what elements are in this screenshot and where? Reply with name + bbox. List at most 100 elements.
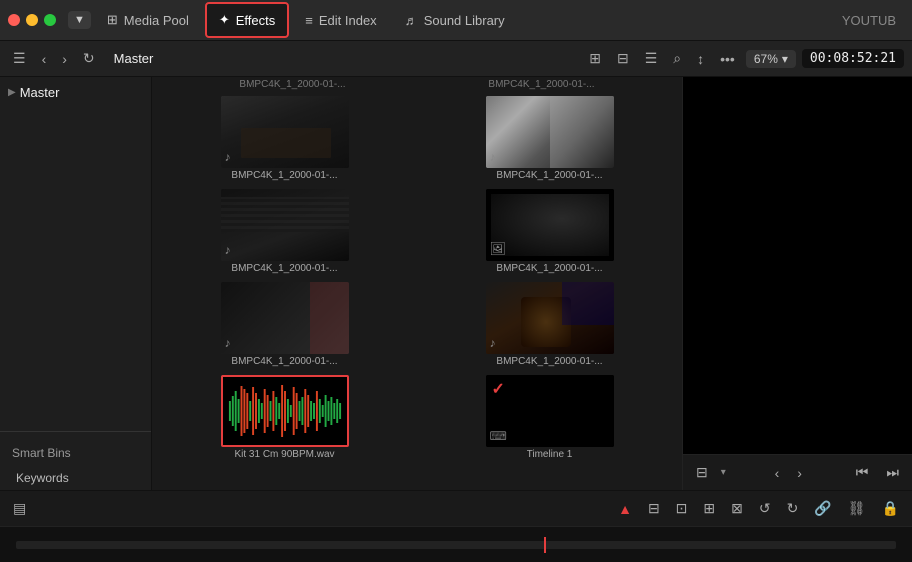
replace-btn[interactable]: ⊞ [698, 498, 720, 519]
second-toolbar: ☰ ‹ › ↻ Master ⊞ ⊟ ☰ ⌕ ↕ ••• 67% ▾ 00:08… [0, 41, 912, 77]
edit-index-label: Edit Index [319, 13, 377, 28]
tab-sound-library[interactable]: ♬ Sound Library [393, 2, 517, 38]
media-label-4: BMPC4K_1_2000-01-... [496, 263, 602, 274]
media-label-2: BMPC4K_1_2000-01-... [496, 170, 602, 181]
timeline-bar [0, 526, 912, 562]
audio-icon-3: ♪ [225, 243, 231, 257]
tab-edit-index[interactable]: ≡ Edit Index [293, 2, 388, 38]
sidebar-item-keywords[interactable]: Keywords [0, 466, 151, 490]
preview-screen [683, 77, 912, 454]
audio-icon-2: ♪ [490, 150, 496, 164]
layout-btn[interactable]: ⊟ [691, 462, 713, 483]
media-item-2[interactable]: ♪ BMPC4K_1_2000-01-... [417, 92, 682, 185]
maximize-button[interactable] [44, 14, 56, 26]
effects-label: Effects [236, 13, 276, 28]
minimize-button[interactable] [26, 14, 38, 26]
dropdown-arrow-icon: ▼ [74, 14, 85, 26]
audio-icon-6: ♪ [490, 336, 496, 350]
thumbnail-4: 🖼 [486, 189, 614, 261]
media-label-6: BMPC4K_1_2000-01-... [496, 356, 602, 367]
sound-library-icon: ♬ [405, 13, 418, 28]
skip-fwd-btn[interactable]: ⏭ [881, 462, 904, 483]
image-icon-4: 🖼 [490, 241, 507, 257]
layout-dropdown-icon: ▾ [721, 467, 726, 478]
next-frame-btn[interactable]: › [792, 463, 807, 483]
nav-back-btn[interactable]: ‹ [37, 49, 52, 69]
header-col2: BMPC4K_1_2000-01-... [488, 79, 594, 90]
timeline-ruler[interactable] [16, 541, 896, 549]
header-col1: BMPC4K_1_2000-01-... [239, 79, 345, 90]
close-button[interactable] [8, 14, 20, 26]
media-label-3: BMPC4K_1_2000-01-... [231, 263, 337, 274]
link-btn[interactable]: 🔗 [809, 498, 836, 519]
tile-view-btn[interactable]: ⊟ [612, 48, 634, 69]
main-area: ▶ Master Smart Bins Keywords BMPC4K_1_20… [0, 77, 912, 490]
zoom-chevron-icon: ▾ [782, 52, 788, 66]
waveform-display [223, 377, 347, 445]
view-toggle-btn[interactable]: ☰ [8, 48, 31, 69]
append-btn[interactable]: ⊠ [726, 498, 748, 519]
media-pool-icon: ⊞ [107, 12, 118, 28]
skip-back-btn[interactable]: ⏮ [851, 462, 874, 483]
zoom-level: 67% [754, 52, 778, 66]
smart-bins-label: Smart Bins [12, 446, 71, 460]
lift-btn[interactable]: ↺ [754, 498, 776, 519]
media-label-1: BMPC4K_1_2000-01-... [231, 170, 337, 181]
timeline-playhead [544, 537, 546, 553]
insert-btn[interactable]: ⊟ [643, 498, 665, 519]
thumbnail-7 [221, 375, 349, 447]
thumbnail-5: ♪ [221, 282, 349, 354]
bin-title: Master [114, 51, 154, 66]
media-item-1[interactable]: ♪ BMPC4K_1_2000-01-... [152, 92, 417, 185]
grid-view-btn[interactable]: ⊞ [584, 48, 606, 69]
edit-index-icon: ≡ [305, 13, 313, 28]
top-bar: ▼ ⊞ Media Pool ✦ Effects ≡ Edit Index ♬ … [0, 0, 912, 41]
smart-bins-section: Smart Bins [0, 440, 151, 466]
audio-icon-5: ♪ [225, 336, 231, 350]
overwrite-btn[interactable]: ⊡ [671, 498, 693, 519]
media-grid-area: BMPC4K_1_2000-01-... BMPC4K_1_2000-01-..… [152, 77, 682, 490]
list-view-btn[interactable]: ☰ [640, 48, 663, 69]
tab-media-pool[interactable]: ⊞ Media Pool [95, 2, 201, 38]
thumbnail-2: ♪ [486, 96, 614, 168]
media-item-6[interactable]: ♪ BMPC4K_1_2000-01-... [417, 278, 682, 371]
tab-effects[interactable]: ✦ Effects [205, 2, 289, 38]
media-item-4[interactable]: 🖼 BMPC4K_1_2000-01-... [417, 185, 682, 278]
extract-btn[interactable]: ↻ [782, 498, 804, 519]
media-item-7[interactable]: Kit 31 Cm 90BPM.wav [152, 371, 417, 464]
sort-btn[interactable]: ↕ [692, 49, 709, 69]
zoom-control[interactable]: 67% ▾ [746, 50, 796, 68]
effects-icon: ✦ [219, 12, 230, 28]
preview-controls: ⊟ ▾ ‹ › ⏮ ⏭ [683, 454, 912, 490]
timecode-display: 00:08:52:21 [802, 49, 904, 68]
search-btn[interactable]: ⌕ [668, 48, 686, 69]
file-header-row: BMPC4K_1_2000-01-... BMPC4K_1_2000-01-..… [152, 77, 682, 92]
media-item-3[interactable]: ♪ BMPC4K_1_2000-01-... [152, 185, 417, 278]
folder-expand-icon: ▶ [8, 87, 16, 98]
thumbnail-8: ✓ ⌨ [486, 375, 614, 447]
workspace-dropdown[interactable]: ▼ [68, 11, 91, 29]
more-btn[interactable]: ••• [715, 49, 740, 69]
media-label-8: Timeline 1 [527, 449, 573, 460]
lock-btn[interactable]: 🔒 [877, 498, 904, 519]
sidebar-master-label: Master [20, 85, 60, 100]
bottom-toolbar: ▤ ▲ ⊟ ⊡ ⊞ ⊠ ↺ ↻ 🔗 ⛓ 🔒 [0, 490, 912, 526]
thumbnail-1: ♪ [221, 96, 349, 168]
sidebar: ▶ Master Smart Bins Keywords [0, 77, 152, 490]
media-pool-label: Media Pool [124, 13, 189, 28]
sidebar-master-item[interactable]: ▶ Master [0, 81, 151, 104]
media-item-5[interactable]: ♪ BMPC4K_1_2000-01-... [152, 278, 417, 371]
media-label-7: Kit 31 Cm 90BPM.wav [234, 449, 334, 460]
window-controls [8, 14, 56, 26]
unlink-btn[interactable]: ⛓ [843, 498, 871, 519]
nav-forward-btn[interactable]: › [57, 49, 72, 69]
cursor-tool-btn[interactable]: ▲ [613, 499, 637, 519]
film-strip-icon[interactable]: ▤ [8, 498, 31, 519]
timeline-check-icon: ✓ [492, 379, 505, 399]
thumbnail-6: ♪ [486, 282, 614, 354]
sync-btn[interactable]: ↻ [78, 48, 100, 69]
prev-frame-btn[interactable]: ‹ [770, 463, 785, 483]
media-item-8[interactable]: ✓ ⌨ Timeline 1 [417, 371, 682, 464]
project-title: YOUTUB [842, 13, 896, 28]
keyboard-icon-8: ⌨ [490, 429, 507, 443]
